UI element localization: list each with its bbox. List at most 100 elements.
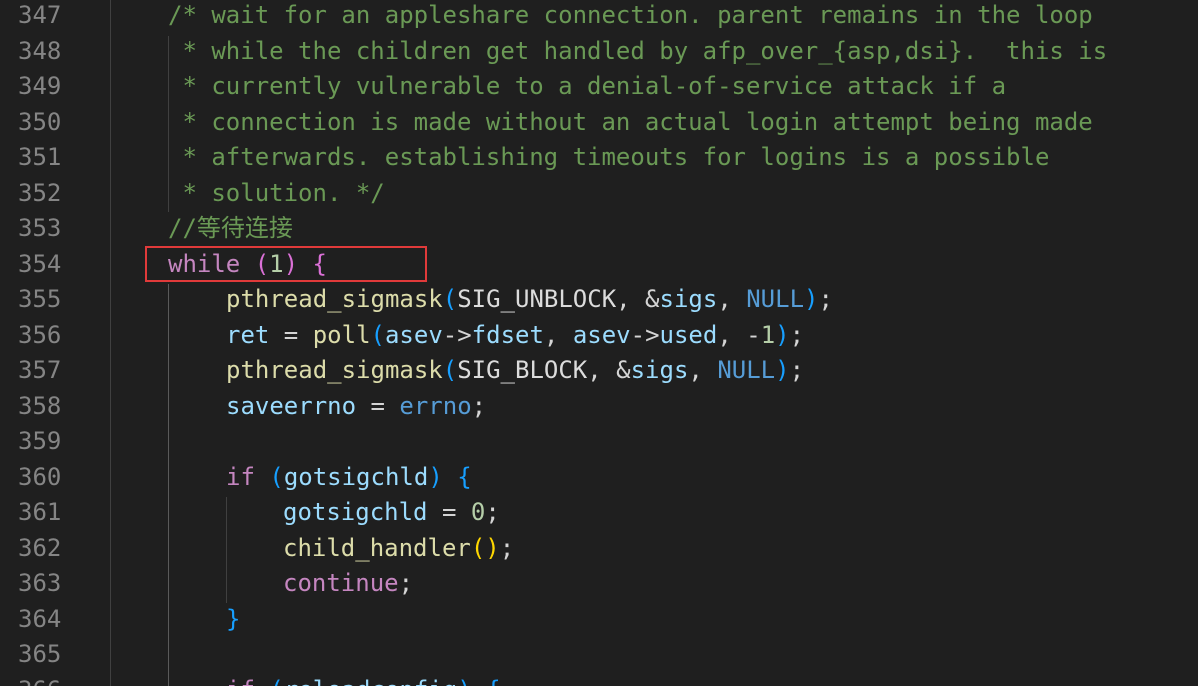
code-token: errno — [399, 391, 472, 420]
code-line[interactable]: 360 if (gotsigchld) { — [0, 460, 1198, 496]
code-line[interactable]: 351 * afterwards. establishing timeouts … — [0, 140, 1198, 176]
code-token: gotsigchld — [283, 462, 429, 491]
code-token: //等待连接 — [168, 214, 293, 242]
code-token: 0 — [470, 498, 486, 526]
code-token: NULL — [746, 285, 805, 313]
code-token: ret — [226, 320, 270, 349]
code-line[interactable]: 356 ret = poll(asev->fdset, asev->used, -… — [0, 318, 1198, 354]
code-line[interactable]: 363 continue; — [0, 566, 1198, 602]
code-text: if (reloadconfig) { — [226, 673, 501, 686]
code-token: { — [486, 676, 500, 686]
code-token: pthread_sigmask — [226, 285, 443, 313]
code-line[interactable]: 362 child_handler(); — [0, 531, 1198, 567]
code-token: () — [470, 533, 500, 562]
code-token: if — [226, 462, 255, 491]
code-token: ) — [775, 356, 790, 384]
line-number: 354 — [18, 249, 62, 278]
code-text: continue; — [283, 566, 413, 602]
code-line[interactable]: 366 if (reloadconfig) { — [0, 673, 1198, 686]
code-token: ; — [485, 498, 500, 526]
indent-guide-comment — [168, 36, 169, 212]
code-token: pthread_sigmask — [226, 356, 443, 384]
code-token: asev — [572, 320, 631, 349]
indent-guide-if-body — [226, 497, 227, 603]
code-token: , & — [616, 285, 660, 313]
code-text: * currently vulnerable to a denial-of-se… — [168, 69, 1006, 105]
code-token: { — [457, 462, 472, 491]
code-line[interactable]: 359 — [0, 424, 1198, 460]
code-token: * while the children get handled by afp_… — [168, 36, 1108, 65]
line-number: 360 — [18, 462, 62, 491]
code-token: * afterwards. establishing timeouts for … — [168, 143, 1050, 171]
code-text: } — [226, 602, 240, 638]
code-token: ; — [818, 285, 833, 313]
code-token: asev — [384, 320, 443, 349]
code-line[interactable]: 349 * currently vulnerable to a denial-o… — [0, 69, 1198, 105]
code-text: * connection is made without an actual l… — [168, 105, 1092, 141]
code-text: /* wait for an appleshare connection. pa… — [168, 0, 1093, 34]
code-text: pthread_sigmask(SIG_UNBLOCK, &sigs, NULL… — [226, 282, 833, 318]
code-token: ( — [442, 285, 458, 313]
code-line[interactable]: 358 saveerrno = errno; — [0, 389, 1198, 425]
code-line[interactable]: 355 pthread_sigmask(SIG_UNBLOCK, &sigs, N… — [0, 282, 1198, 318]
line-number: 364 — [18, 604, 62, 633]
code-token: fdset — [471, 320, 544, 349]
code-token: = — [356, 391, 400, 420]
code-token: } — [226, 604, 241, 633]
line-number: 355 — [18, 285, 62, 313]
line-number: 347 — [18, 1, 62, 29]
code-editor[interactable]: 347 /* wait for an appleshare connection.… — [0, 0, 1198, 686]
code-token: continue — [283, 569, 399, 597]
code-line[interactable]: 350 * connection is made without an actu… — [0, 105, 1198, 141]
code-line[interactable]: 348 * while the children get handled by … — [0, 34, 1198, 70]
annotation-highlight-box — [145, 246, 427, 282]
line-number: 350 — [18, 107, 62, 136]
line-number: 351 — [18, 143, 62, 171]
code-token: /* wait for an appleshare connection. pa… — [168, 1, 1093, 29]
code-token: ( — [370, 320, 385, 349]
code-token: ) — [804, 285, 819, 313]
line-number: 365 — [18, 640, 62, 668]
code-token: ( — [442, 356, 458, 384]
code-token: NULL — [717, 356, 776, 384]
code-line[interactable]: 364} — [0, 602, 1198, 638]
code-token: ; — [499, 533, 515, 562]
code-token: ( — [269, 462, 284, 491]
code-text: pthread_sigmask(SIG_BLOCK, &sigs, NULL); — [226, 353, 804, 389]
code-token: reloadconfig — [284, 676, 457, 686]
code-text: * solution. */ — [168, 176, 385, 212]
code-token: ) — [775, 320, 790, 349]
code-token: ; — [789, 356, 805, 384]
code-token: * currently vulnerable to a denial-of-se… — [168, 72, 1007, 100]
code-token: ( — [269, 676, 283, 686]
code-token: ) — [428, 462, 443, 491]
code-token: , - — [717, 320, 761, 349]
line-number: 352 — [18, 178, 62, 207]
code-text: gotsigchld = 0; — [283, 495, 500, 531]
code-token: = — [427, 498, 471, 526]
code-token: ) — [457, 676, 471, 686]
code-token: sigs — [659, 285, 718, 313]
code-token: * solution. */ — [168, 178, 385, 207]
code-token: sigs — [630, 356, 689, 384]
code-token: , — [688, 356, 718, 384]
code-line[interactable]: 347 /* wait for an appleshare connection.… — [0, 0, 1198, 34]
code-text: ret = poll(asev->fdset, asev->used, -1); — [226, 318, 804, 354]
code-token: SIG_UNBLOCK — [457, 285, 617, 313]
code-line[interactable]: 361 gotsigchld = 0; — [0, 495, 1198, 531]
indent-guide-outer — [110, 0, 111, 686]
code-token: -> — [630, 320, 660, 349]
code-line[interactable]: 353 //等待连接 — [0, 211, 1198, 247]
code-token: -> — [442, 320, 472, 349]
code-line[interactable]: 352 * solution. */ — [0, 176, 1198, 212]
line-number: 366 — [18, 673, 78, 686]
code-text: * while the children get handled by afp_… — [168, 34, 1107, 70]
code-line[interactable]: 357 pthread_sigmask(SIG_BLOCK, &sigs, NUL… — [0, 353, 1198, 389]
code-token: child_handler — [283, 533, 471, 562]
code-token: , — [543, 320, 573, 349]
code-text: child_handler(); — [283, 531, 514, 567]
code-line[interactable]: 365 — [0, 637, 1198, 673]
